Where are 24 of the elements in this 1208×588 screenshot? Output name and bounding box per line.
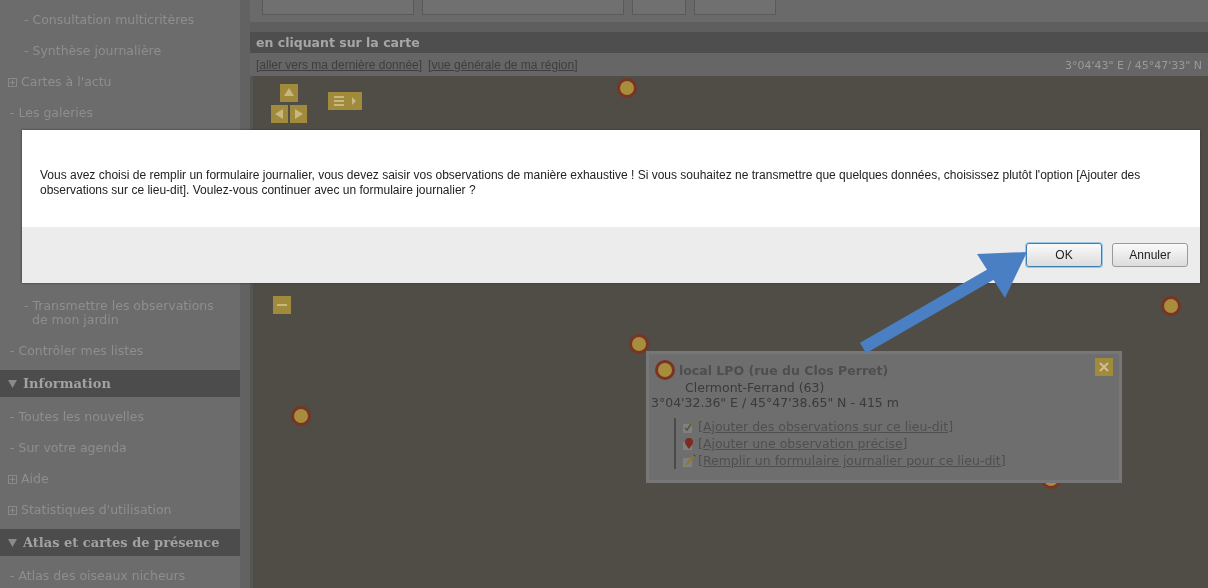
- dialog-message: Vous avez choisi de remplir un formulaire journalier, vous devez saisir vos observations de manière exhaustive ! Si vous souhaitez ne transmettre que quelques données, choisissez plutôt l'option [Ajouter des observations sur ce lieu-dit]. Voulez-vous continuer avec un formulaire journalier ?: [39, 167, 1142, 199]
- cancel-button[interactable]: Annuler: [1112, 243, 1188, 267]
- triangle-icon: [8, 538, 17, 547]
- close-button[interactable]: [1095, 358, 1113, 376]
- expand-icon: [8, 77, 17, 87]
- zoom-out-icon[interactable]: [273, 296, 291, 314]
- expand-icon: [8, 505, 17, 515]
- expand-icon: [8, 474, 17, 484]
- section-header: en cliquant sur la carte: [250, 32, 1208, 53]
- triangle-icon: [8, 379, 17, 388]
- checklist-icon: [682, 419, 696, 434]
- location-marker: [655, 360, 675, 380]
- ok-button[interactable]: OK: [1026, 243, 1102, 267]
- section-header[interactable]: Atlas et cartes de présence: [0, 529, 240, 556]
- location-marker[interactable]: [1161, 296, 1181, 316]
- layers-icon[interactable]: [328, 92, 362, 110]
- section-header[interactable]: Information: [0, 370, 240, 397]
- location-marker[interactable]: [617, 78, 637, 98]
- location-marker[interactable]: [629, 334, 649, 354]
- pin-icon: [682, 436, 696, 451]
- pan-controls-icon[interactable]: [271, 84, 307, 124]
- close-icon: [1099, 362, 1109, 372]
- location-marker[interactable]: [291, 406, 311, 426]
- pencil-note-icon: [682, 453, 696, 468]
